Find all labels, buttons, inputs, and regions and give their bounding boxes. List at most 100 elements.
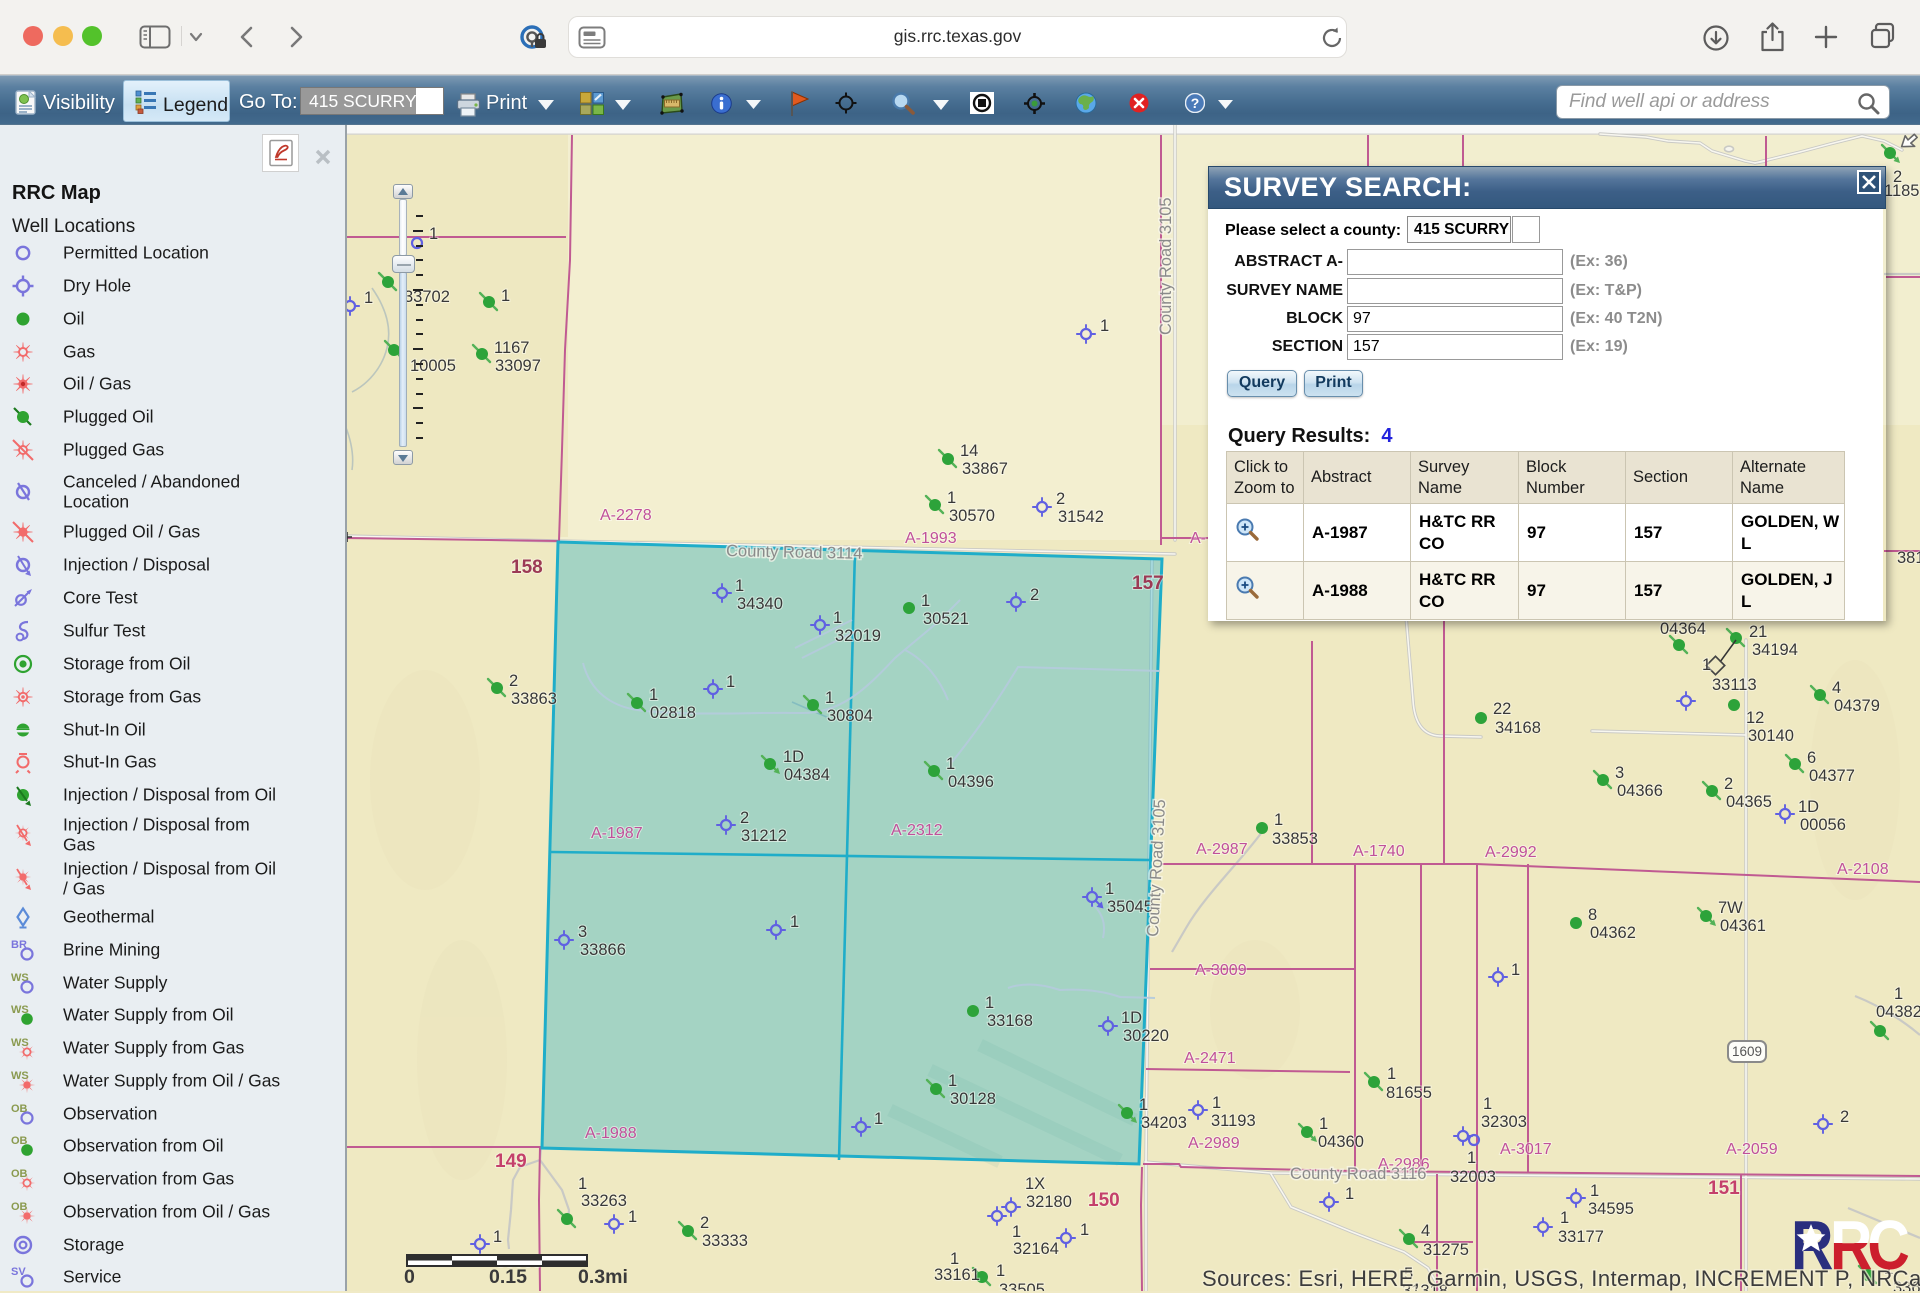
- svg-text:04377: 04377: [1809, 767, 1855, 785]
- svg-text:33702: 33702: [404, 288, 450, 306]
- svg-text:1: 1: [1105, 880, 1114, 898]
- svg-text:1167: 1167: [494, 339, 529, 357]
- svg-text:1: 1: [985, 994, 994, 1012]
- svg-text:1D: 1D: [1798, 798, 1819, 816]
- svg-text:A-2059: A-2059: [1726, 1141, 1778, 1158]
- svg-text:21: 21: [1749, 623, 1767, 641]
- svg-text:30140: 30140: [1748, 727, 1794, 745]
- svg-text:1: 1: [493, 1228, 502, 1246]
- svg-text:151: 151: [1708, 1178, 1740, 1199]
- svg-text:1: 1: [921, 592, 930, 610]
- svg-text:1: 1: [1467, 1149, 1476, 1167]
- svg-text:1: 1: [1139, 1096, 1148, 1114]
- svg-text:30521: 30521: [923, 610, 969, 628]
- svg-text:33863: 33863: [511, 690, 557, 708]
- svg-text:County Road 3116: County Road 3116: [1290, 1165, 1426, 1183]
- svg-text:OB: OB: [11, 1168, 28, 1180]
- svg-text:1: 1: [1212, 1094, 1221, 1112]
- svg-text:158: 158: [511, 557, 543, 578]
- svg-text:32180: 32180: [1026, 1193, 1072, 1211]
- svg-text:3: 3: [578, 923, 587, 941]
- svg-text:34168: 34168: [1495, 719, 1541, 737]
- svg-text:1: 1: [1274, 811, 1283, 829]
- svg-text:04361: 04361: [1720, 917, 1766, 935]
- svg-text:1: 1: [1483, 1095, 1492, 1113]
- svg-text:12: 12: [1746, 709, 1764, 727]
- svg-text:1: 1: [726, 673, 735, 691]
- svg-text:OB: OB: [11, 1201, 28, 1213]
- svg-text:1: 1: [874, 1110, 883, 1128]
- svg-text:County Road 3105: County Road 3105: [1157, 197, 1175, 335]
- svg-text:A-2278: A-2278: [600, 507, 652, 524]
- svg-text:04379: 04379: [1834, 697, 1880, 715]
- svg-text:2: 2: [740, 809, 749, 827]
- svg-text:1: 1: [429, 225, 438, 243]
- svg-text:1: 1: [790, 913, 799, 931]
- svg-text:30804: 30804: [827, 707, 873, 725]
- svg-text:1: 1: [825, 689, 834, 707]
- svg-text:30220: 30220: [1123, 1027, 1169, 1045]
- svg-text:0.3mi: 0.3mi: [578, 1266, 628, 1288]
- svg-text:33113: 33113: [1712, 676, 1757, 694]
- svg-text:34194: 34194: [1752, 641, 1798, 659]
- svg-text:150: 150: [1088, 1190, 1120, 1211]
- svg-text:32019: 32019: [835, 627, 881, 645]
- svg-text:2: 2: [1030, 586, 1039, 604]
- svg-text:0: 0: [404, 1266, 415, 1288]
- svg-text:1: 1: [649, 686, 658, 704]
- svg-text:A-3017: A-3017: [1500, 1141, 1552, 1158]
- svg-text:1X: 1X: [1025, 1175, 1045, 1193]
- svg-text:A-1988: A-1988: [585, 1125, 637, 1142]
- svg-text:81655: 81655: [1386, 1084, 1432, 1102]
- svg-text:7W: 7W: [1718, 899, 1743, 917]
- svg-text:04366: 04366: [1617, 782, 1663, 800]
- svg-text:34203: 34203: [1141, 1114, 1187, 1132]
- svg-text:1: 1: [735, 577, 744, 595]
- svg-text:31542: 31542: [1058, 508, 1104, 526]
- svg-text:33097: 33097: [495, 357, 541, 375]
- svg-text:1185: 1185: [1884, 182, 1919, 200]
- svg-text:A-2987: A-2987: [1196, 841, 1248, 858]
- svg-text:04365: 04365: [1726, 793, 1772, 811]
- svg-text:33168: 33168: [987, 1012, 1033, 1030]
- svg-text:8: 8: [1588, 906, 1597, 924]
- svg-text:31212: 31212: [741, 827, 787, 845]
- svg-text:1: 1: [1894, 985, 1903, 1003]
- svg-text:1: 1: [1080, 1221, 1089, 1239]
- svg-text:10005: 10005: [410, 357, 456, 375]
- svg-text:32303: 32303: [1481, 1113, 1527, 1131]
- svg-text:1: 1: [628, 1208, 637, 1226]
- svg-text:33263: 33263: [581, 1192, 627, 1210]
- svg-text:1: 1: [1100, 317, 1109, 335]
- svg-text:32164: 32164: [1013, 1240, 1059, 1258]
- svg-text:04364: 04364: [1660, 620, 1706, 638]
- svg-text:1: 1: [1319, 1115, 1328, 1133]
- svg-text:A-2992: A-2992: [1485, 844, 1537, 861]
- svg-text:30128: 30128: [950, 1090, 996, 1108]
- svg-text:14: 14: [960, 442, 978, 460]
- svg-text:1: 1: [1590, 1182, 1599, 1200]
- svg-text:1: 1: [833, 609, 842, 627]
- svg-text:34340: 34340: [737, 595, 783, 613]
- svg-text:1: 1: [501, 287, 510, 305]
- svg-text:WS: WS: [11, 1070, 29, 1082]
- svg-text:1609: 1609: [1732, 1044, 1762, 1059]
- svg-text:2: 2: [1056, 490, 1065, 508]
- svg-text:1: 1: [1511, 961, 1520, 979]
- svg-text:2: 2: [509, 672, 518, 690]
- svg-text:2: 2: [700, 1214, 709, 1232]
- svg-text:1: 1: [1702, 656, 1711, 674]
- svg-text:31193: 31193: [1211, 1112, 1256, 1130]
- svg-text:1: 1: [996, 1262, 1005, 1280]
- svg-text:33177: 33177: [1558, 1228, 1604, 1246]
- svg-text:1: 1: [1345, 1185, 1354, 1203]
- svg-text:33161: 33161: [934, 1266, 980, 1284]
- svg-text:0.15: 0.15: [489, 1266, 527, 1288]
- svg-text:4: 4: [1832, 679, 1841, 697]
- svg-text:1: 1: [1012, 1223, 1021, 1241]
- svg-text:31275: 31275: [1423, 1241, 1469, 1259]
- svg-text:33867: 33867: [962, 460, 1008, 478]
- svg-text:2: 2: [1840, 1108, 1849, 1126]
- svg-text:County Road 3114: County Road 3114: [726, 542, 863, 563]
- svg-text:1: 1: [1560, 1209, 1569, 1227]
